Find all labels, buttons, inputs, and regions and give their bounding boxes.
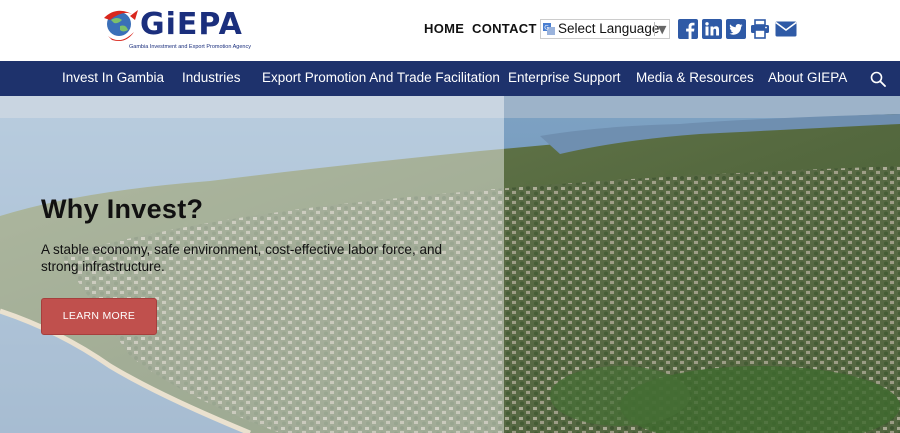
logo-tagline: Gambia Investment and Export Promotion A… <box>129 44 251 50</box>
giepa-logo[interactable]: GiEPA Gambia Investment and Export Promo… <box>102 6 262 54</box>
nav-item-export-promotion[interactable]: Export Promotion And Trade Facilitation <box>262 70 500 85</box>
hero-description: A stable economy, safe environment, cost… <box>41 242 442 274</box>
chevron-down-icon: ▼ <box>658 23 667 36</box>
twitter-icon[interactable] <box>726 19 746 39</box>
main-navigation: Invest In Gambia Industries Export Promo… <box>0 61 900 96</box>
learn-more-button[interactable]: LEARN MORE <box>41 298 157 335</box>
linkedin-icon[interactable] <box>702 19 722 39</box>
print-icon[interactable] <box>750 19 770 39</box>
search-icon[interactable] <box>870 71 886 87</box>
hero-title: Why Invest? <box>41 194 204 224</box>
hero-banner: Why Invest? A stable economy, safe envir… <box>0 96 900 433</box>
svg-text:G: G <box>544 25 549 32</box>
nav-item-media-resources[interactable]: Media & Resources <box>636 70 754 85</box>
top-bar: GiEPA Gambia Investment and Export Promo… <box>0 0 900 61</box>
home-link[interactable]: HOME <box>424 21 464 36</box>
nav-item-industries[interactable]: Industries <box>182 70 241 85</box>
nav-item-enterprise-support[interactable]: Enterprise Support <box>508 70 621 85</box>
contact-link[interactable]: CONTACT <box>472 21 537 36</box>
nav-item-invest-in-gambia[interactable]: Invest In Gambia <box>62 70 164 85</box>
language-label: Select Language <box>558 21 660 36</box>
language-select[interactable]: G Select Language ▼ <box>540 19 670 39</box>
nav-item-about-giepa[interactable]: About GIEPA <box>768 70 847 85</box>
translate-icon: G <box>543 23 555 35</box>
language-divider <box>654 22 655 36</box>
email-icon[interactable] <box>775 19 797 39</box>
facebook-icon[interactable] <box>678 19 698 39</box>
logo-wordmark: GiEPA <box>140 7 243 42</box>
globe-logo-icon <box>104 10 138 41</box>
